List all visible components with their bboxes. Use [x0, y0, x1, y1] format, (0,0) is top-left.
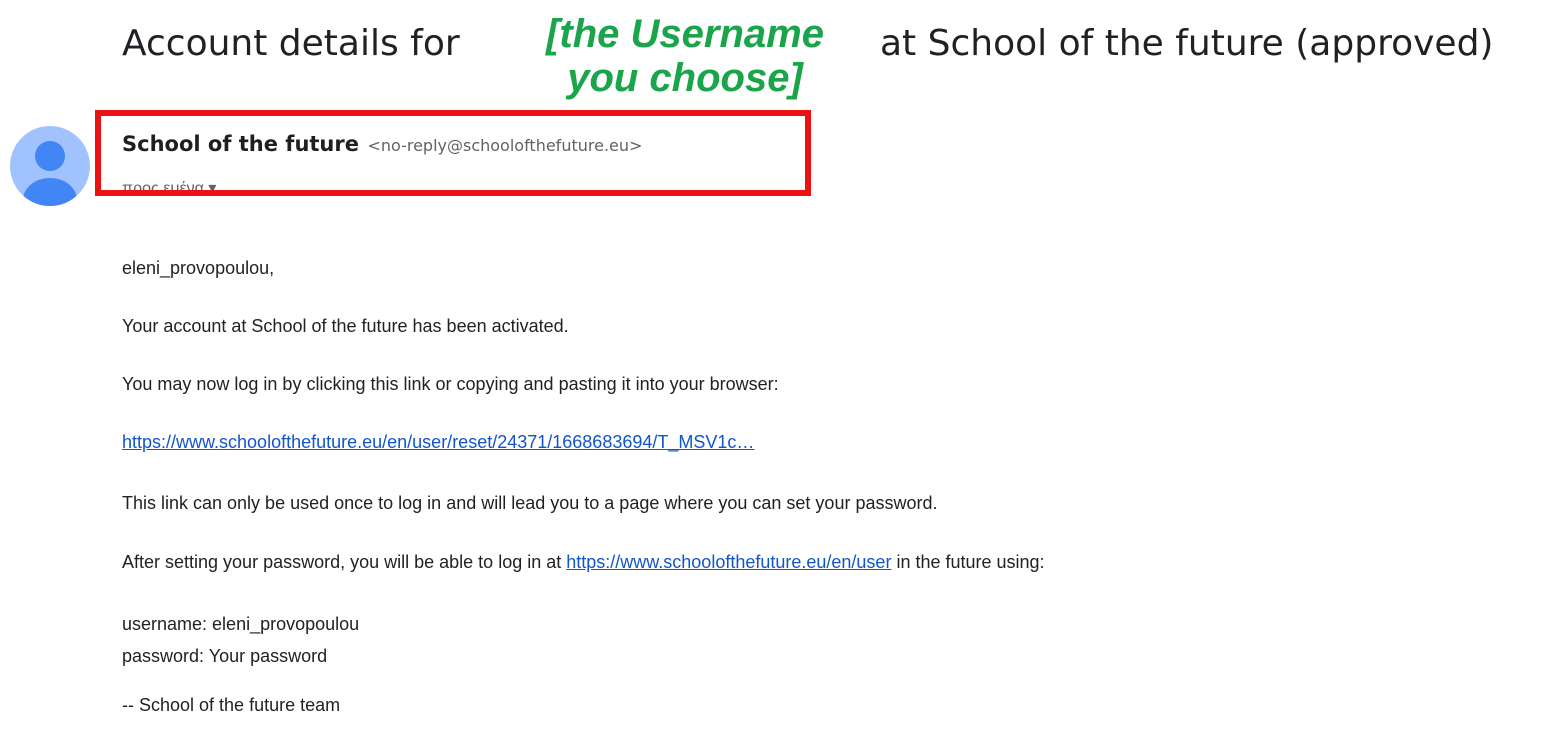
sender-highlight-box — [95, 110, 811, 196]
email-once-text: This link can only be used once to log i… — [122, 493, 938, 513]
email-username-line: username: eleni_provopoulou — [122, 614, 360, 634]
email-greeting: eleni_provopoulou, — [122, 258, 275, 278]
user-login-link[interactable]: https://www.schoolofthefuture.eu/en/user — [566, 552, 891, 572]
email-after-text: After setting your password, you will be… — [122, 552, 1045, 573]
username-annotation: [the Username you choose] — [520, 12, 850, 100]
email-password-line: password: Your password — [122, 646, 328, 666]
annotation-line-2: you choose] — [567, 56, 803, 100]
email-subject-suffix: at School of the future (approved) — [880, 23, 1494, 64]
email-subject-prefix: Account details for — [122, 23, 460, 64]
email-signature: -- School of the future team — [122, 695, 341, 715]
after-text-before-link: After setting your password, you will be… — [122, 552, 562, 572]
reset-link[interactable]: https://www.schoolofthefuture.eu/en/user… — [122, 432, 754, 452]
email-activated-text: Your account at School of the future has… — [122, 316, 569, 336]
annotation-line-1: [the Username — [546, 12, 824, 56]
sender-avatar[interactable] — [10, 126, 90, 206]
email-login-instruction: You may now log in by clicking this link… — [122, 374, 779, 394]
email-reset-link-line: https://www.schoolofthefuture.eu/en/user… — [122, 432, 754, 453]
after-text-after-link: in the future using: — [896, 552, 1045, 572]
person-icon — [23, 141, 77, 206]
